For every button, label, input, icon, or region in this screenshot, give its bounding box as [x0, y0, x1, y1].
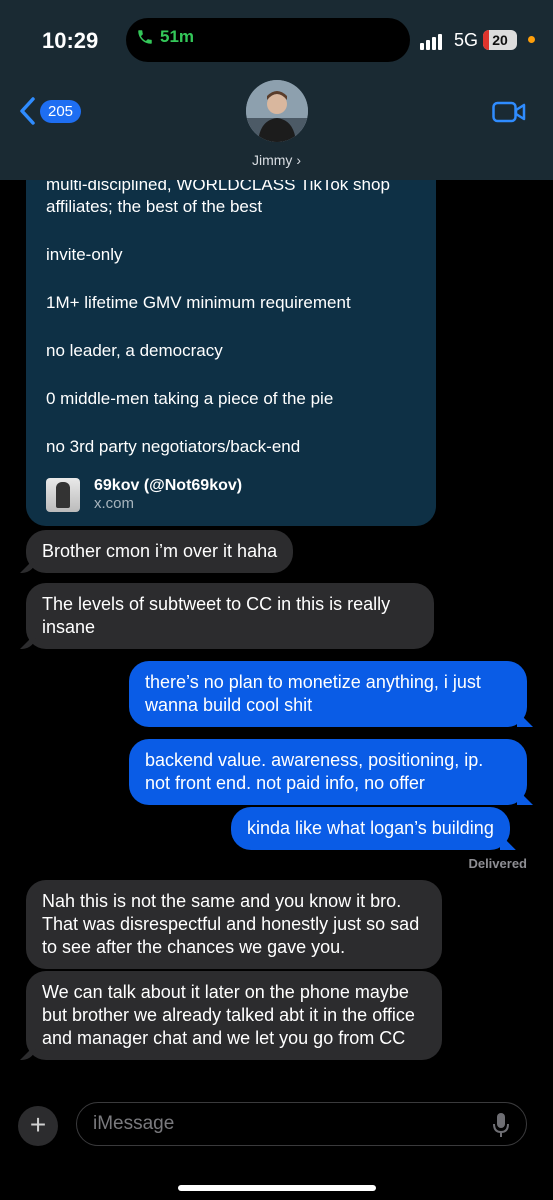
link-preview-line: 0 middle-men taking a piece of the pie — [46, 389, 334, 408]
message-sent[interactable]: kinda like what logan’s building — [231, 807, 516, 850]
link-preview-line: no 3rd party negotiators/back-end — [46, 437, 301, 456]
link-domain: x.com — [94, 495, 135, 512]
back-button[interactable]: 205 — [18, 96, 82, 126]
battery-icon: 20 — [483, 30, 517, 50]
message-sent[interactable]: backend value. awareness, positioning, i… — [129, 739, 533, 805]
message-text: We can talk about it later on the phone … — [42, 982, 415, 1048]
contact-name[interactable]: Jimmy › — [0, 152, 553, 168]
link-preview-line: 1M+ lifetime GMV minimum requirement — [46, 293, 351, 312]
message-text: Nah this is not the same and you know it… — [42, 891, 420, 957]
link-preview-card[interactable]: multi-disciplined, WORLDCLASS TikTok sho… — [26, 180, 436, 526]
message-text: kinda like what logan’s building — [247, 818, 494, 838]
message-text: there’s no plan to monetize anything, i … — [145, 672, 481, 715]
contact-avatar[interactable] — [246, 80, 308, 142]
home-indicator[interactable] — [178, 1185, 376, 1191]
message-received[interactable]: The levels of subtweet to CC in this is … — [20, 583, 434, 649]
video-call-icon[interactable] — [492, 100, 526, 124]
network-type: 5G — [454, 30, 479, 50]
microphone-icon[interactable] — [492, 1112, 510, 1138]
privacy-indicator — [528, 36, 535, 43]
unread-count-badge: 205 — [40, 99, 82, 123]
link-title: 69kov (@Not69kov) — [94, 477, 243, 494]
phone-icon — [138, 30, 152, 44]
message-sent[interactable]: there’s no plan to monetize anything, i … — [129, 661, 533, 727]
message-received[interactable]: Brother cmon i’m over it haha — [20, 530, 294, 573]
conversation-header: 205 Jimmy › — [0, 80, 553, 180]
message-received[interactable]: Nah this is not the same and you know it… — [26, 880, 442, 969]
active-call-indicator[interactable]: 51m — [136, 27, 194, 47]
message-text: Brother cmon i’m over it haha — [42, 541, 278, 561]
compose-bar: + — [0, 1100, 553, 1150]
link-thumbnail — [46, 477, 80, 512]
call-duration: 51m — [160, 27, 195, 46]
status-bar: 10:29 51m 5G 20 — [0, 0, 553, 80]
plus-icon[interactable]: + — [18, 1106, 58, 1146]
message-thread[interactable]: multi-disciplined, WORLDCLASS TikTok sho… — [0, 180, 553, 1085]
back-chevron-icon — [20, 97, 35, 125]
message-text: backend value. awareness, positioning, i… — [145, 750, 484, 793]
link-preview-line: invite-only — [46, 245, 123, 264]
link-preview-footer[interactable]: 69kov (@Not69kov) x.com — [46, 477, 242, 512]
message-received[interactable]: We can talk about it later on the phone … — [20, 971, 442, 1060]
signal-icon — [420, 34, 442, 50]
message-input[interactable] — [76, 1102, 527, 1146]
dynamic-island[interactable]: 51m — [126, 18, 410, 62]
link-preview-line: multi-disciplined, WORLDCLASS TikTok sho… — [46, 180, 390, 216]
status-time: 10:29 — [42, 28, 99, 53]
message-text: The levels of subtweet to CC in this is … — [42, 594, 391, 637]
battery-level: 20 — [492, 32, 508, 48]
link-preview-line: no leader, a democracy — [46, 341, 223, 360]
delivered-status: Delivered — [468, 856, 527, 871]
